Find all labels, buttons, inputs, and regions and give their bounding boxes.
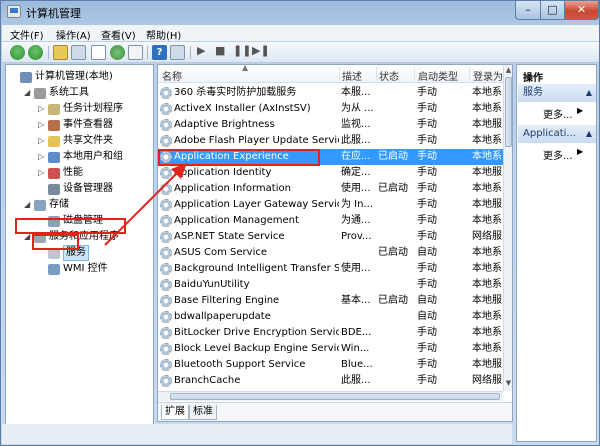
annotation-arrow — [104, 163, 187, 246]
computer-management-window: 计算机管理 – □ ✕ 文件(F) 操作(A) 查看(V) 帮助(H) ? ▶ … — [0, 0, 600, 446]
